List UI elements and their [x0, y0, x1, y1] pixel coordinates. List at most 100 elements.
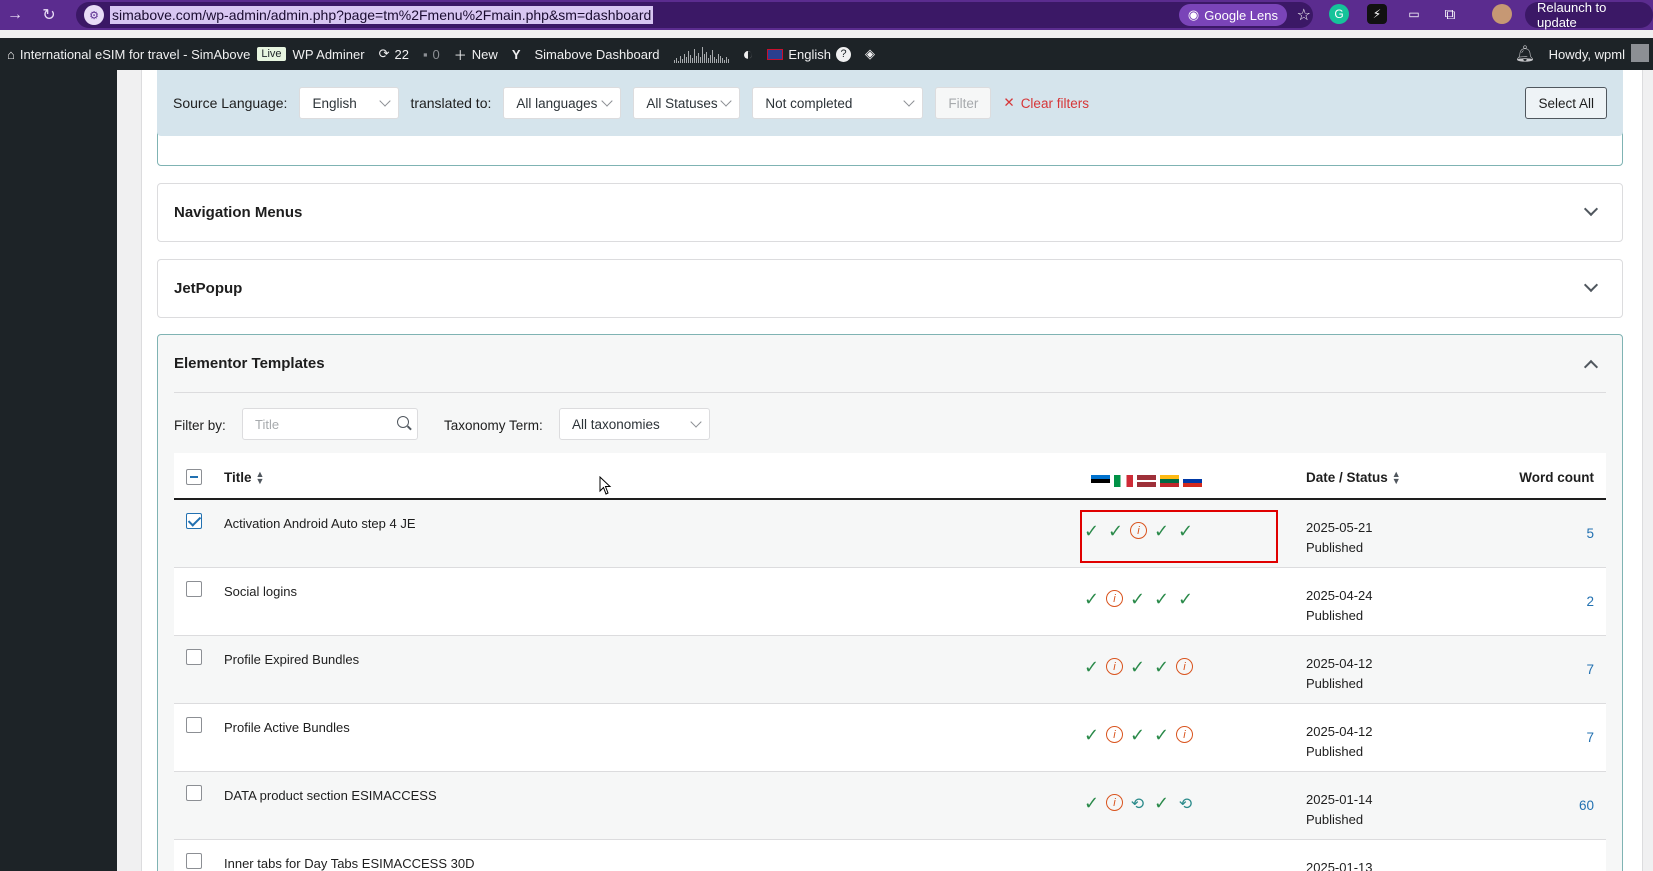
translated-check-icon[interactable]: ✓ [1152, 589, 1171, 609]
new-content-link[interactable]: ＋ New [447, 38, 505, 70]
bookmark-star-icon[interactable]: ☆ [1297, 5, 1311, 25]
traffic-bars [673, 45, 729, 63]
title-search-input[interactable]: Title [242, 408, 418, 440]
in-progress-sync-icon[interactable]: ⟲ [1128, 794, 1147, 813]
row-word-count[interactable]: 7 [1586, 730, 1594, 745]
comment-icon: ▪ [422, 46, 428, 62]
user-avatar[interactable] [1631, 44, 1649, 62]
translated-check-icon[interactable]: ✓ [1082, 793, 1101, 813]
search-icon[interactable] [397, 416, 409, 428]
row-date: 2025-05-21 [1306, 520, 1373, 535]
address-bar[interactable]: ⚙ simabove.com/wp-admin/admin.php?page=t… [76, 2, 1313, 28]
row-checkbox[interactable] [186, 649, 202, 665]
updates-link[interactable]: ⟳ 22 [372, 38, 416, 70]
source-language-select[interactable]: English [299, 87, 400, 119]
row-date: 2025-04-12 [1306, 656, 1373, 671]
needs-update-info-icon[interactable]: i [1106, 726, 1123, 743]
translated-check-icon[interactable]: ✓ [1128, 657, 1147, 677]
chevron-down-icon [379, 95, 392, 107]
chevron-down-icon[interactable] [1583, 201, 1599, 217]
site-name-link[interactable]: ⌂ International eSIM for travel - SimAbo… [0, 38, 257, 70]
target-language-select[interactable]: All languages [503, 87, 622, 119]
translated-check-icon[interactable]: ✓ [1176, 589, 1195, 609]
translation-status-icons: ✓ ✓ i ✓ ✓ [1082, 521, 1195, 541]
translated-check-icon[interactable]: ✓ [1152, 793, 1171, 813]
sort-icon[interactable]: ▲ ▼ [256, 470, 265, 486]
url-text[interactable]: simabove.com/wp-admin/admin.php?page=tm%… [110, 6, 654, 24]
row-word-count[interactable]: 7 [1586, 662, 1594, 677]
completion-select[interactable]: Not completed [752, 87, 924, 119]
profile-avatar-icon[interactable] [1492, 4, 1512, 24]
needs-update-info-icon[interactable]: i [1176, 726, 1193, 743]
forward-icon[interactable]: → [2, 2, 28, 28]
wp-adminer-link[interactable]: WP Adminer [286, 38, 372, 70]
needs-update-info-icon[interactable]: i [1106, 658, 1123, 675]
needs-update-info-icon[interactable]: i [1106, 794, 1123, 811]
date-status-column-header[interactable]: Date / Status ▲ ▼ [1306, 470, 1401, 486]
language-switcher[interactable]: English ? [760, 38, 858, 70]
query-monitor-icon[interactable]: ◐ [736, 38, 761, 70]
title-column-header[interactable]: Title ▲ ▼ [224, 470, 265, 486]
translated-check-icon[interactable]: ✓ [1152, 521, 1171, 541]
needs-update-info-icon[interactable]: i [1106, 590, 1123, 607]
uk-flag-icon [767, 48, 784, 60]
filter-button[interactable]: Filter [935, 87, 992, 119]
row-title: Profile Active Bundles [224, 720, 350, 735]
navigation-menus-section[interactable]: Navigation Menus [157, 183, 1623, 242]
row-date: 2025-01-13 [1306, 860, 1373, 871]
chevron-up-icon[interactable] [1583, 359, 1599, 375]
status-select[interactable]: All Statuses [633, 87, 741, 119]
row-status: Published [1306, 744, 1364, 759]
translated-check-icon[interactable]: ✓ [1082, 589, 1101, 609]
translated-check-icon[interactable]: ✓ [1152, 725, 1171, 745]
google-lens-button[interactable]: ◉ Google Lens [1178, 4, 1287, 26]
diamond-icon[interactable]: ◈ [858, 38, 882, 70]
card-extension-icon[interactable]: ▭ [1404, 4, 1424, 24]
chevron-down-icon[interactable] [1583, 277, 1599, 293]
table-row: Inner tabs for Day Tabs ESIMACCESS 30D 20… [174, 840, 1606, 871]
reload-icon[interactable]: ↻ [36, 2, 62, 28]
row-word-count[interactable]: 5 [1586, 526, 1594, 541]
row-date-status: 2025-01-13 [1306, 858, 1373, 871]
grammarly-extension-icon[interactable]: G [1329, 4, 1349, 24]
row-checkbox[interactable] [186, 785, 202, 801]
howdy-user[interactable]: Howdy, wpml [1549, 38, 1625, 70]
row-checkbox[interactable] [186, 853, 202, 869]
sort-icon[interactable]: ▲ ▼ [1392, 470, 1401, 486]
row-checkbox[interactable] [186, 513, 202, 529]
dashboard-link[interactable]: Simabove Dashboard [527, 38, 666, 70]
row-word-count[interactable]: 60 [1579, 798, 1594, 813]
translated-check-icon[interactable]: ✓ [1128, 725, 1147, 745]
row-word-count[interactable]: 2 [1586, 594, 1594, 609]
row-checkbox[interactable] [186, 717, 202, 733]
row-checkbox[interactable] [186, 581, 202, 597]
home-icon: ⌂ [7, 46, 15, 62]
select-all-button[interactable]: Select All [1525, 87, 1607, 119]
table-row: Social logins ✓ i ✓ ✓ ✓ 2025-04-24 Published 2 [174, 568, 1606, 636]
comments-link[interactable]: ▪ 0 [416, 38, 447, 70]
in-progress-sync-icon[interactable]: ⟲ [1176, 794, 1195, 813]
taxonomy-select[interactable]: All taxonomies [559, 408, 710, 440]
notification-bell-icon[interactable]: 🔔︎ [1515, 44, 1535, 64]
needs-update-info-icon[interactable]: i [1130, 522, 1147, 539]
translated-check-icon[interactable]: ✓ [1082, 725, 1101, 745]
translated-check-icon[interactable]: ✓ [1152, 657, 1171, 677]
select-all-checkbox[interactable] [186, 469, 202, 485]
divider [174, 392, 1606, 393]
translated-check-icon[interactable]: ✓ [1176, 521, 1195, 541]
yoast-icon[interactable]: Y [505, 38, 528, 70]
relaunch-button[interactable]: Relaunch to update [1525, 0, 1653, 30]
translated-check-icon[interactable]: ✓ [1082, 657, 1101, 677]
jetpopup-section[interactable]: JetPopup [157, 259, 1623, 318]
row-status: Published [1306, 676, 1364, 691]
translated-check-icon[interactable]: ✓ [1082, 521, 1101, 541]
site-info-icon[interactable]: ⚙ [84, 5, 104, 25]
needs-update-info-icon[interactable]: i [1176, 658, 1193, 675]
bolt-extension-icon[interactable]: ⚡ [1367, 4, 1387, 24]
section-title[interactable]: Elementor Templates [174, 355, 325, 372]
row-title: Profile Expired Bundles [224, 652, 360, 667]
translated-check-icon[interactable]: ✓ [1106, 521, 1125, 541]
puzzle-extension-icon[interactable]: ⧉ [1440, 4, 1460, 24]
clear-filters-link[interactable]: ✕ Clear filters [1003, 95, 1089, 111]
translated-check-icon[interactable]: ✓ [1128, 589, 1147, 609]
